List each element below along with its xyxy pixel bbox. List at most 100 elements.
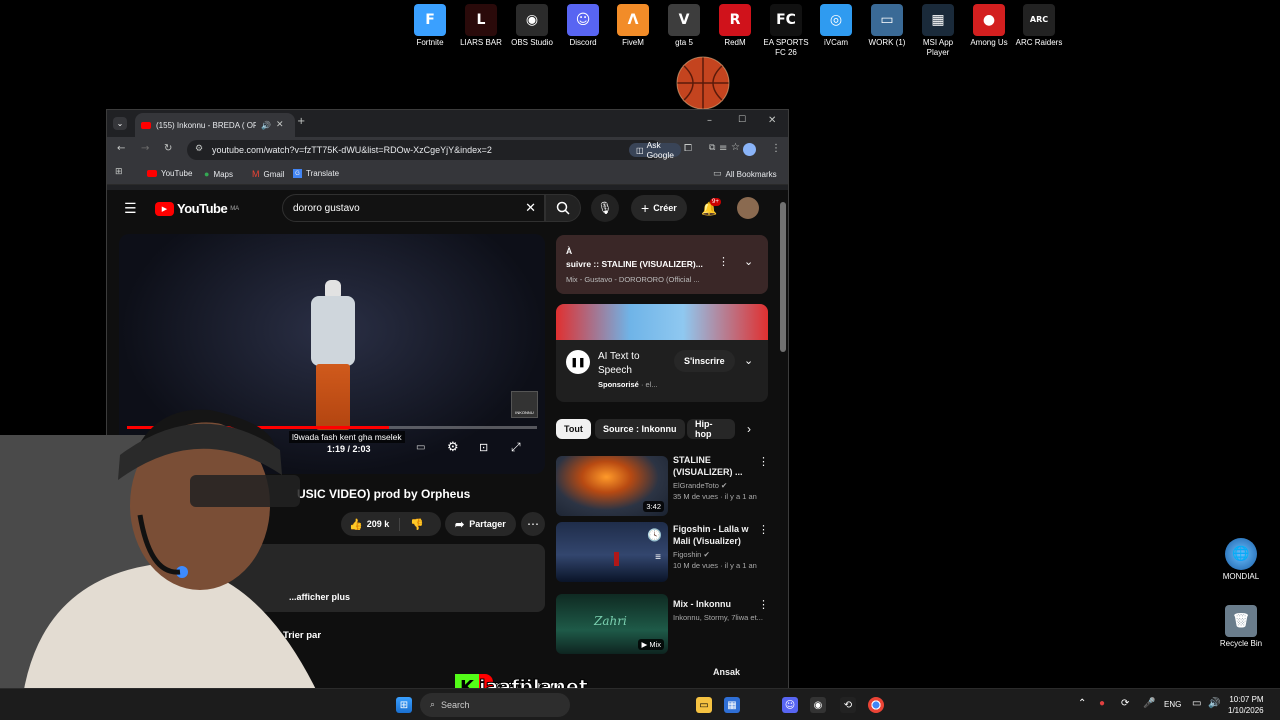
chrome-menu-icon[interactable]: ⋮ [771,143,781,154]
watch-later-icon[interactable]: 🕓 [647,528,662,542]
apps-grid-icon[interactable]: ⊞ [115,167,123,177]
discord-icon[interactable]: ☺ [782,697,798,713]
theater-mode-icon[interactable]: ⊡ [479,441,488,454]
network-icon[interactable]: ▭ [1192,698,1201,709]
store-icon[interactable]: ▦ [724,697,740,713]
search-box[interactable]: dororo gustavo ✕ [282,194,545,222]
channel-watermark[interactable]: INKONNU [511,391,538,418]
desktop-icon-fortnite[interactable]: F Fortnite [403,4,457,48]
youtube-logo[interactable]: ▶ YouTube MA [155,201,239,216]
list-item[interactable]: Ansak [713,666,740,678]
bookmark-star-icon[interactable]: ☆ [731,142,740,153]
fullscreen-icon[interactable]: ⤢ [511,440,521,455]
chip-hip-hop[interactable]: Hip-hop [687,419,735,439]
thumb-staline[interactable]: 3:42 [556,456,668,516]
forward-icon[interactable]: → [141,143,149,154]
scrollbar[interactable] [780,202,786,352]
video-menu-icon[interactable]: ⋮ [758,523,769,536]
voice-search-button[interactable]: 🎙 [591,194,619,222]
ask-google-button[interactable]: ◫ Ask Google [629,140,681,160]
chip-source-inkonnu[interactable]: Source : Inkonnu [595,419,685,439]
all-bookmarks[interactable]: ▭ All Bookmarks [713,169,777,179]
notifications-button[interactable]: 🔔 9+ [701,198,721,218]
notification-badge: 9+ [710,198,721,206]
media-controls-icon[interactable]: ≡ [719,143,727,154]
desktop-icon-work-1[interactable]: ▭ WORK (1) [860,4,914,48]
desktop-icon-redm[interactable]: R RedM [708,4,762,48]
bookmark-gmail[interactable]: M Gmail [252,169,284,179]
like-button[interactable]: 👍 209 k [341,517,401,531]
add-to-queue-icon[interactable]: ≡ [655,552,661,563]
microphone-tray-icon[interactable]: 🎤 [1143,698,1155,709]
file-explorer-icon[interactable]: ▭ [696,697,712,713]
desktop-icon-recycle-bin[interactable]: 🗑 Recycle Bin [1214,605,1268,649]
maximize-icon[interactable]: ☐ [738,115,746,125]
dislike-button[interactable]: 👎 [400,518,424,531]
minimize-icon[interactable]: – [707,115,712,126]
tab-active[interactable]: (155) Inkonnu - BREDA ( OF 🔊 ✕ [135,113,295,137]
create-button[interactable]: + Créer [631,195,687,221]
back-icon[interactable]: ← [117,143,125,154]
account-avatar[interactable] [737,197,759,219]
video-menu-icon[interactable]: ⋮ [758,598,769,611]
subscribe-button[interactable]: S'inscrire [674,350,735,372]
start-windows-icon[interactable]: ⊞ [396,697,412,713]
speaker-icon[interactable]: 🔊 [261,121,271,130]
bookmark-maps[interactable]: ● Maps [204,169,233,179]
install-icon[interactable]: ⧉ [709,143,715,153]
tab-list-dropdown-icon[interactable]: ⌄ [113,117,127,130]
thumb-figoshin[interactable]: 🕓 ≡ [556,522,668,582]
desktop-icon-discord[interactable]: ☺ Discord [556,4,610,48]
new-tab-icon[interactable]: + [297,116,305,127]
list-item[interactable]: Figoshin - Lalla w Mali (Visualizer) Fig… [673,523,757,571]
volume-icon[interactable]: 🔊 [1208,698,1220,709]
desktop-icon-obs-studio[interactable]: ◉ OBS Studio [505,4,559,48]
share-button[interactable]: ➦ Partager [445,512,516,536]
desktop-icon-among-us[interactable]: ● Among Us [962,4,1016,48]
profile-avatar-icon[interactable] [743,143,756,156]
pause-button[interactable]: ❚❚ [566,350,590,374]
chips-next-icon[interactable]: › [747,422,751,436]
captions-icon[interactable]: ▭ [416,442,425,453]
up-next-menu-icon[interactable]: ⋮ [718,255,729,268]
bookmark-translate[interactable]: G Translate [293,169,339,178]
desktop-icon-fivem[interactable]: Λ FiveM [606,4,660,48]
reload-icon[interactable]: ↻ [164,143,172,154]
language-indicator[interactable]: ENG [1164,700,1181,709]
desktop-icon-mondial[interactable]: 🌐 MONDIAL [1214,538,1268,582]
tab-close-icon[interactable]: ✕ [276,120,284,130]
chip-all[interactable]: Tout [556,419,591,439]
tray-sync-icon[interactable]: ⟳ [1121,698,1129,709]
desktop-icon-arc-raiders[interactable]: ARC ARC Raiders [1012,4,1066,48]
chrome-icon[interactable] [868,697,884,713]
more-actions-button[interactable]: ⋯ [521,512,545,536]
taskbar-search[interactable]: ⌕ Search [420,693,570,717]
obs-icon[interactable]: ◉ [810,697,826,713]
ad-card[interactable]: ❚❚ AI Text to Speech Sponsorisé · el... … [556,304,768,402]
clear-search-icon[interactable]: ✕ [525,200,536,216]
app-icon[interactable]: ⟲ [840,697,856,713]
extensions-icon[interactable]: ⧠ [684,143,692,154]
window-close-icon[interactable]: ✕ [768,115,776,126]
up-next-panel[interactable]: À suivre :: STALINE (VISUALIZER)... Mix … [556,235,768,294]
ad-chevron-icon[interactable]: ⌄ [744,354,753,367]
collapse-chevron-icon[interactable]: ⌄ [744,255,753,268]
clock[interactable]: 10:07 PM 1/10/2026 [1228,694,1264,716]
desktop-icon-liars-bar[interactable]: L LIARS BAR [454,4,508,48]
url-field[interactable]: ⚙ youtube.com/watch?v=fzTT75K-dWU&list=R… [187,140,740,160]
desktop-icon-ea-sports-fc-26[interactable]: FC EA SPORTS FC 26 [759,4,813,58]
desktop-icon-gta-5[interactable]: Vgta 5 [657,4,711,48]
list-item[interactable]: Mix - Inkonnu Inkonnu, Stormy, 7liwa et.… [673,598,763,623]
tray-overflow-icon[interactable]: ⌃ [1078,698,1086,709]
tray-app-icon[interactable]: ● [1099,698,1105,709]
hamburger-menu-icon[interactable]: ☰ [124,201,137,217]
search-button[interactable] [545,194,581,222]
thumb-mix-inkonnu[interactable]: Zahri ▶ Mix [556,594,668,654]
desktop-icon-msi-app-player[interactable]: ▦ MSI App Player [911,4,965,58]
video-menu-icon[interactable]: ⋮ [758,455,769,468]
list-item[interactable]: STALINE (VISUALIZER) ... ElGrandeToto ✔ … [673,454,759,502]
bookmark-youtube[interactable]: YouTube [147,169,192,178]
site-info-icon[interactable]: ⚙ [195,144,203,154]
desktop-icon-ivcam[interactable]: ◎ iVCam [809,4,863,48]
settings-gear-icon[interactable]: ⚙ [447,440,459,455]
